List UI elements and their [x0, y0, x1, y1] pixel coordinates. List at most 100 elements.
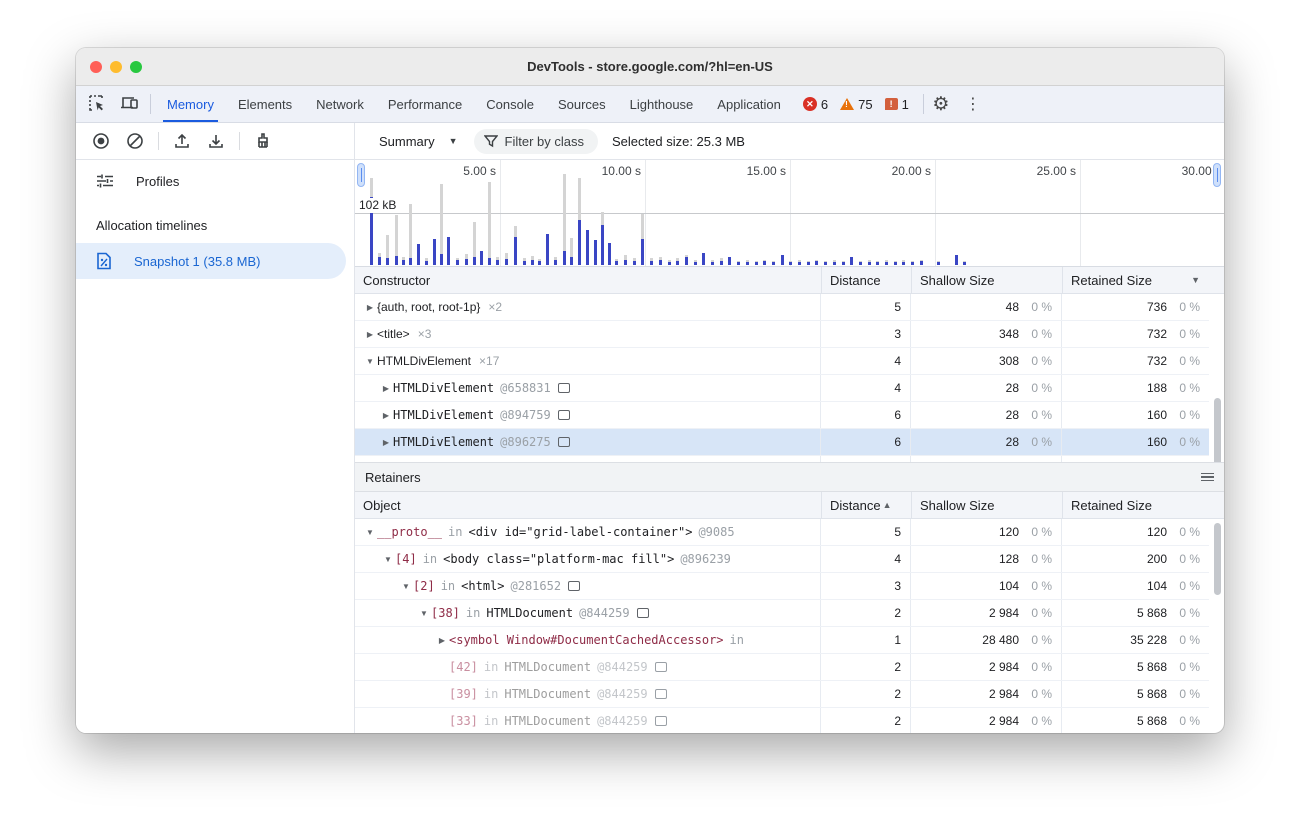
expand-icon[interactable]: ▶: [379, 384, 393, 393]
retainers-menu-icon[interactable]: [1201, 473, 1214, 482]
allocation-timeline-overview[interactable]: 5.00 s10.00 s15.00 s20.00 s25.00 s30.00 …: [355, 160, 1224, 267]
class-filter-input[interactable]: Filter by class: [474, 129, 598, 154]
minimize-window-button[interactable]: [110, 61, 122, 73]
keyword-in: in: [441, 579, 455, 593]
shallow-size-cell: 3480 %: [911, 321, 1062, 347]
retainers-scrollbar-thumb[interactable]: [1214, 523, 1221, 595]
collapse-icon[interactable]: ▼: [417, 609, 431, 618]
reveal-object-icon[interactable]: [655, 662, 667, 672]
constructor-row[interactable]: ▶HTMLDivElement@8962756280 %1600 %: [355, 429, 1209, 456]
allocation-bar-live: [608, 243, 611, 265]
column-header-retained-size[interactable]: Retained Size▼: [1063, 267, 1210, 293]
tab-sources[interactable]: Sources: [546, 86, 618, 122]
record-heap-icon[interactable]: [88, 128, 114, 154]
allocation-timelines-section-label: Allocation timelines: [96, 218, 354, 233]
inspect-element-icon[interactable]: [88, 94, 106, 115]
allocation-bar-live: [746, 262, 749, 265]
object-address: @281652: [511, 579, 562, 593]
device-toolbar-icon[interactable]: [120, 95, 140, 114]
reveal-object-icon[interactable]: [637, 608, 649, 618]
zoom-window-button[interactable]: [130, 61, 142, 73]
perspective-select[interactable]: Summary ▼: [373, 130, 464, 153]
retainer-row[interactable]: ▼__proto__in<div id="grid-label-containe…: [355, 519, 1209, 546]
sidebar-item-snapshot-1[interactable]: Snapshot 1 (35.8 MB): [76, 243, 346, 279]
tab-lighthouse[interactable]: Lighthouse: [618, 86, 706, 122]
column-header-retainers-shallow[interactable]: Shallow Size: [912, 492, 1063, 518]
constructor-row[interactable]: ▶HTMLDivElement@89: [355, 456, 1209, 462]
allocation-bar-live: [594, 240, 597, 265]
retainers-splitter[interactable]: Retainers: [355, 462, 1224, 492]
reveal-object-icon[interactable]: [558, 437, 570, 447]
timeline-right-handle[interactable]: [1213, 163, 1221, 187]
constructor-row[interactable]: ▼HTMLDivElement×1743080 %7320 %: [355, 348, 1209, 375]
retainer-row[interactable]: ▼[4]in<body class="platform-mac fill">@8…: [355, 546, 1209, 573]
close-window-button[interactable]: [90, 61, 102, 73]
retainer-object-cell: ▶<symbol Window#DocumentCachedAccessor>i…: [355, 627, 821, 653]
constructor-row[interactable]: ▶<title>×333480 %7320 %: [355, 321, 1209, 348]
tab-memory[interactable]: Memory: [155, 86, 226, 122]
console-warnings-badge[interactable]: 75: [840, 97, 872, 112]
console-errors-badge[interactable]: ✕ 6: [803, 97, 828, 112]
allocation-bar-live: [711, 262, 714, 265]
timeline-left-handle[interactable]: [357, 163, 365, 187]
issues-badge[interactable]: ! 1: [885, 97, 909, 112]
retained-size-cell: 5 8680 %: [1062, 681, 1209, 707]
reveal-object-icon[interactable]: [558, 383, 570, 393]
retainer-row[interactable]: [33]inHTMLDocument@84425922 9840 %5 8680…: [355, 708, 1209, 733]
column-header-shallow-size[interactable]: Shallow Size: [912, 267, 1063, 293]
constructor-row[interactable]: ▶HTMLDivElement@6588314280 %1880 %: [355, 375, 1209, 402]
reveal-object-icon[interactable]: [568, 581, 580, 591]
allocation-bar-live: [386, 258, 389, 265]
retainer-row[interactable]: [42]inHTMLDocument@84425922 9840 %5 8680…: [355, 654, 1209, 681]
column-header-object[interactable]: Object: [355, 492, 822, 518]
constructor-name: HTMLDivElement: [393, 435, 494, 449]
expand-icon[interactable]: ▶: [363, 330, 377, 339]
collapse-icon[interactable]: ▼: [381, 555, 395, 564]
tab-performance[interactable]: Performance: [376, 86, 474, 122]
expand-icon[interactable]: ▶: [379, 438, 393, 447]
constructor-row[interactable]: ▶{auth, root, root-1p}×25480 %7360 %: [355, 294, 1209, 321]
reveal-object-icon[interactable]: [558, 410, 570, 420]
column-header-constructor[interactable]: Constructor: [355, 267, 822, 293]
retained-size-cell: 5 8680 %: [1062, 708, 1209, 733]
perspective-value: Summary: [379, 134, 435, 149]
reveal-object-icon[interactable]: [655, 689, 667, 699]
expand-icon[interactable]: ▶: [379, 411, 393, 420]
shallow-size-cell: [911, 456, 1062, 462]
tab-network[interactable]: Network: [304, 86, 376, 122]
retainer-row[interactable]: ▼[2]in<html>@28165231040 %1040 %: [355, 573, 1209, 600]
instance-count: ×2: [488, 300, 502, 314]
retainer-row[interactable]: ▼[38]inHTMLDocument@84425922 9840 %5 868…: [355, 600, 1209, 627]
clear-brush-icon[interactable]: [250, 128, 276, 154]
expand-icon[interactable]: ▶: [363, 303, 377, 312]
retainer-row[interactable]: [39]inHTMLDocument@84425922 9840 %5 8680…: [355, 681, 1209, 708]
tab-elements[interactable]: Elements: [226, 86, 304, 122]
column-header-distance[interactable]: Distance: [822, 267, 912, 293]
reveal-object-icon[interactable]: [655, 716, 667, 726]
keyword-in: in: [730, 633, 744, 647]
collapse-icon[interactable]: ▼: [363, 528, 377, 537]
column-header-retainers-distance[interactable]: Distance▲: [822, 492, 912, 518]
load-profile-icon[interactable]: [169, 128, 195, 154]
retainer-property: [39]: [449, 687, 478, 701]
retainer-object-cell: [33]inHTMLDocument@844259: [355, 708, 821, 733]
collapse-icon[interactable]: ▼: [399, 582, 413, 591]
retainers-grid-body: ▼__proto__in<div id="grid-label-containe…: [355, 519, 1224, 733]
collapse-icon[interactable]: ▼: [363, 357, 377, 366]
allocation-bar-live: [963, 262, 966, 265]
allocation-bar-live: [563, 251, 566, 265]
constructor-row[interactable]: ▶HTMLDivElement@8947596280 %1600 %: [355, 402, 1209, 429]
kebab-menu-icon[interactable]: ⋮: [960, 91, 986, 117]
clear-profiles-icon[interactable]: [122, 128, 148, 154]
expand-icon[interactable]: ▶: [435, 636, 449, 645]
constructor-name-cell: ▶HTMLDivElement@89: [355, 456, 821, 462]
column-header-retainers-retained[interactable]: Retained Size: [1063, 492, 1210, 518]
tab-application[interactable]: Application: [705, 86, 793, 122]
tab-console[interactable]: Console: [474, 86, 546, 122]
save-profile-icon[interactable]: [203, 128, 229, 154]
settings-gear-icon[interactable]: ⚙: [928, 91, 954, 117]
constructor-scrollbar-thumb[interactable]: [1214, 398, 1221, 462]
distance-cell: 2: [821, 708, 911, 733]
retainer-object-cell: [42]inHTMLDocument@844259: [355, 654, 821, 680]
retainer-row[interactable]: ▶<symbol Window#DocumentCachedAccessor>i…: [355, 627, 1209, 654]
